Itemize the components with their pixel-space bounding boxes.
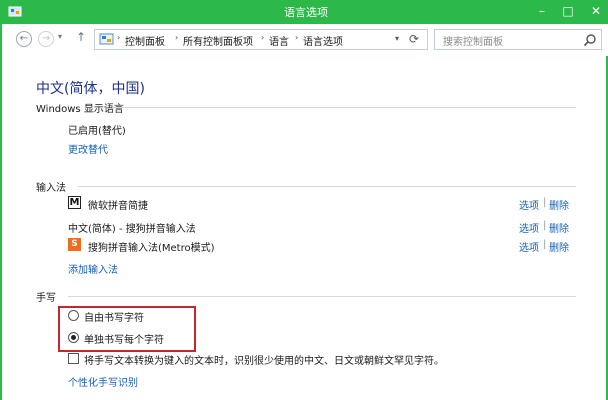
change-override-link[interactable]: 更改替代	[68, 141, 108, 156]
link-separator: |	[543, 197, 547, 208]
minimize-button[interactable]: –	[528, 0, 556, 24]
breadcrumb-language-options[interactable]: 语言选项	[303, 33, 343, 48]
link-separator: |	[543, 239, 547, 250]
section-divider	[68, 296, 576, 297]
address-dropdown-chevron-icon[interactable]: ▾	[395, 34, 399, 43]
input-method-options-link[interactable]: 选项	[519, 220, 539, 235]
breadcrumb-language[interactable]: 语言	[269, 33, 289, 48]
add-input-method-link[interactable]: 添加输入法	[68, 261, 118, 276]
search-box[interactable]: 搜索控制面板	[434, 29, 602, 50]
search-input[interactable]: 搜索控制面板	[443, 33, 503, 48]
handwriting-label: 手写	[36, 293, 56, 304]
rare-characters-checkbox-label[interactable]: 将手写文本转换为键入的文本时，识别很少使用的中文、日文或朝鲜文罕见字符。	[84, 352, 444, 367]
main-content: 中文(简体，中国) Windows 显示语言 已启用(替代) 更改替代 输入法 …	[4, 56, 608, 400]
window-title: 语言选项	[284, 6, 328, 19]
close-button[interactable]: ✕	[582, 0, 608, 24]
input-method-remove-link[interactable]: 删除	[549, 239, 569, 254]
input-method-options-link[interactable]: 选项	[519, 239, 539, 254]
personalize-handwriting-link[interactable]: 个性化手写识别	[68, 374, 138, 389]
breadcrumb-chevron-icon[interactable]: ›	[295, 33, 298, 42]
input-method-label: 输入法	[36, 183, 66, 194]
link-separator: |	[543, 220, 547, 231]
breadcrumb-chevron-icon[interactable]: ›	[117, 33, 120, 42]
sogou-icon: S	[68, 238, 81, 251]
breadcrumb-all-items[interactable]: 所有控制面板项	[183, 33, 253, 48]
maximize-button[interactable]: □	[554, 0, 582, 24]
input-method-remove-link[interactable]: 删除	[549, 220, 569, 235]
control-panel-icon	[99, 33, 114, 45]
display-language-label: Windows 显示语言	[36, 104, 124, 115]
display-language-status: 已启用(替代)	[68, 126, 126, 137]
section-divider	[78, 186, 576, 187]
forward-icon[interactable]: →	[38, 31, 54, 47]
input-method-name: 微软拼音简捷	[88, 201, 148, 212]
breadcrumb-chevron-icon[interactable]: ›	[175, 33, 178, 42]
up-icon[interactable]: ↑	[76, 30, 86, 44]
highlight-box	[58, 306, 196, 352]
microsoft-pinyin-icon: M	[68, 196, 81, 209]
address-bar[interactable]: › 控制面板 › 所有控制面板项 › 语言 › 语言选项 ▾ ⟳	[94, 29, 428, 50]
rare-characters-checkbox[interactable]	[68, 353, 79, 364]
page-title: 中文(简体，中国)	[36, 81, 145, 97]
title-bar[interactable]: 语言选项 – □ ✕	[2, 0, 608, 24]
recent-locations-chevron-icon[interactable]: ▾	[58, 32, 62, 41]
input-method-name: 中文(简体) - 搜狗拼音输入法	[68, 224, 196, 235]
refresh-icon[interactable]: ⟳	[409, 32, 419, 46]
navigation-bar: ← → ▾ ↑ › 控制面板 › 所有控制面板项 › 语言 › 语言选项 ▾ ⟳…	[4, 24, 608, 56]
search-icon[interactable]	[583, 33, 597, 47]
language-options-window: 语言选项 – □ ✕ ← → ▾ ↑ › 控制面板 › 所有控制面板项 › 语言…	[0, 0, 608, 400]
back-icon[interactable]: ←	[16, 31, 32, 47]
input-method-name: 搜狗拼音输入法(Metro模式)	[88, 243, 215, 254]
input-method-remove-link[interactable]: 删除	[549, 197, 569, 212]
input-method-options-link[interactable]: 选项	[519, 197, 539, 212]
breadcrumb-control-panel[interactable]: 控制面板	[125, 33, 165, 48]
section-divider	[112, 107, 576, 108]
breadcrumb-chevron-icon[interactable]: ›	[261, 33, 264, 42]
